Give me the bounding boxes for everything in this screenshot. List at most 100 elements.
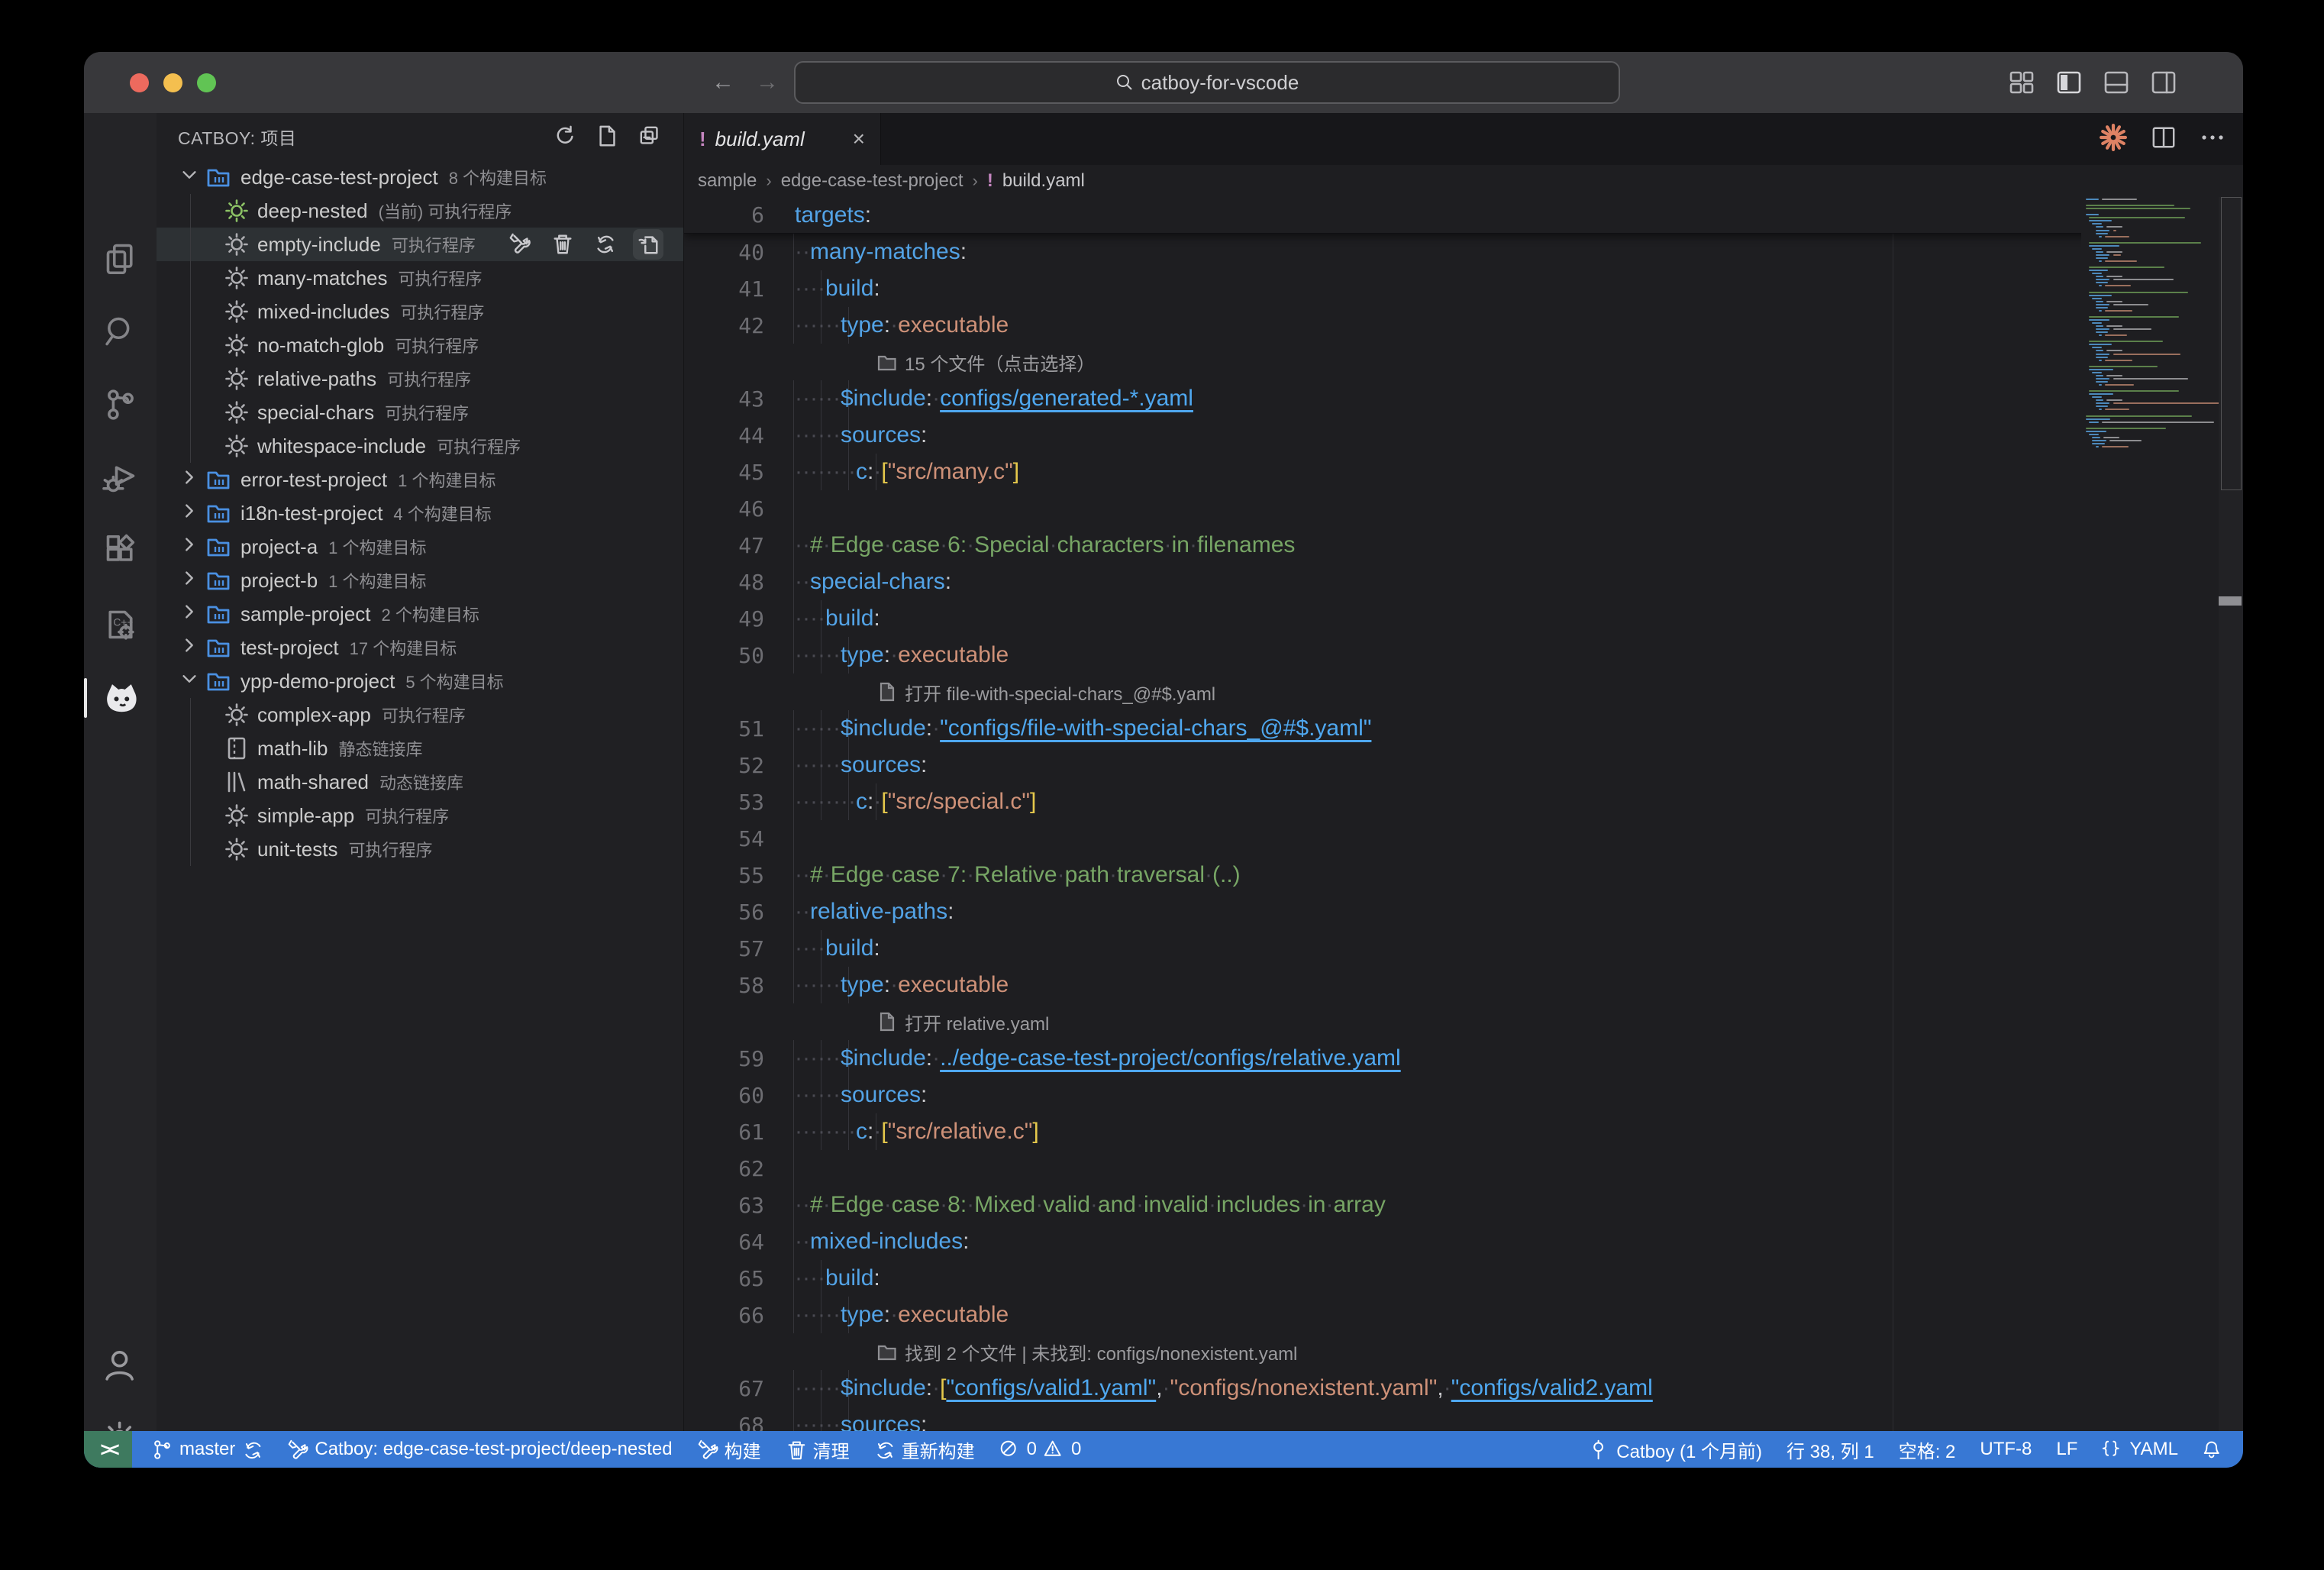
status-重新构建[interactable]: 重新构建 [862,1431,987,1468]
action-sync[interactable] [590,229,621,260]
code-line-57[interactable]: 57····build: [684,930,2243,967]
tree-target-deep-nested[interactable]: deep-nested(当前) 可执行程序 [157,194,683,228]
code-line-40[interactable]: 40··many-matches: [684,234,2243,270]
panel-right-icon[interactable] [2151,70,2176,95]
activity-source-control[interactable] [84,374,157,435]
tree-project-project-a[interactable]: project-a1 个构建目标 [157,530,683,564]
code-lens-hint[interactable]: 打开 file-with-special-chars_@#$.yaml [684,674,2243,710]
tree-target-empty-include[interactable]: empty-include可执行程序 [157,228,683,261]
catboy-asterisk-icon[interactable] [2100,124,2127,155]
action-goto-file[interactable] [633,229,663,260]
action-trash[interactable] [547,229,578,260]
activity-run-debug[interactable] [84,447,157,509]
tree-target-special-chars[interactable]: special-chars可执行程序 [157,396,683,429]
code-line-43[interactable]: 43······$include:·configs/generated-*.ya… [684,380,2243,417]
breadcrumb-item[interactable]: build.yaml [1002,170,1085,192]
status-空格: 2[interactable]: 空格: 2 [1887,1431,1968,1468]
code-line-60[interactable]: 60······sources: [684,1077,2243,1113]
code-line-48[interactable]: 48··special-chars: [684,564,2243,600]
code-line-53[interactable]: 53········c:·["src/special.c"] [684,783,2243,820]
status-清理[interactable]: 清理 [773,1431,862,1468]
chevron-down-icon[interactable] [179,670,199,693]
code-area[interactable]: 40··many-matches:41····build:42······typ… [684,197,2243,1431]
layout-grid-icon[interactable] [2009,70,2034,95]
tree-project-edge-case-test-project[interactable]: edge-case-test-project8 个构建目标 [157,160,683,194]
tree-target-math-lib[interactable]: math-lib静态链接库 [157,732,683,765]
chevron-right-icon[interactable] [179,602,199,626]
code-line-44[interactable]: 44······sources: [684,417,2243,454]
code-line-42[interactable]: 42······type:·executable [684,307,2243,344]
code-line-49[interactable]: 49····build: [684,600,2243,637]
status-YAML[interactable]: YAML [2090,1431,2190,1468]
status-bell[interactable] [2190,1431,2235,1468]
code-line-63[interactable]: 63··#·Edge·case·8:·Mixed·valid·and·inval… [684,1187,2243,1223]
activity-build-tools[interactable]: C++ [84,594,157,655]
status-master[interactable]: master [140,1431,275,1468]
code-line-50[interactable]: 50······type:·executable [684,637,2243,674]
code-line-59[interactable]: 59······$include:·../edge-case-test-proj… [684,1040,2243,1077]
status-Catboy (1 个月前)[interactable]: Catboy (1 个月前) [1577,1431,1774,1468]
code-line-47[interactable]: 47··#·Edge·case·6:·Special·characters·in… [684,527,2243,564]
chevron-right-icon[interactable] [179,569,199,593]
minimize-window-button[interactable] [163,73,182,92]
chevron-down-icon[interactable] [179,166,199,189]
tree-project-project-b[interactable]: project-b1 个构建目标 [157,564,683,597]
status-行 38, 列 1[interactable]: 行 38, 列 1 [1774,1431,1887,1468]
close-window-button[interactable] [130,73,149,92]
tree-target-unit-tests[interactable]: unit-tests可执行程序 [157,832,683,866]
tree-project-i18n-test-project[interactable]: i18n-test-project4 个构建目标 [157,496,683,530]
tree-target-no-match-glob[interactable]: no-match-glob可执行程序 [157,328,683,362]
minimap[interactable] [2081,197,2219,1431]
chevron-right-icon[interactable] [179,636,199,660]
collapse-all-icon[interactable] [639,125,662,148]
activity-extensions[interactable] [84,521,157,582]
status-Catboy: edge-case-test-p[interactable]: Catboy: edge-case-test-project/deep-nest… [275,1431,684,1468]
zoom-window-button[interactable] [197,73,216,92]
code-line-46[interactable]: 46 [684,490,2243,527]
tree-target-mixed-includes[interactable]: mixed-includes可执行程序 [157,295,683,328]
code-line-58[interactable]: 58······type:·executable [684,967,2243,1003]
code-lens-hint[interactable]: 打开 relative.yaml [684,1003,2243,1040]
activity-search[interactable] [84,301,157,362]
status-UTF-8[interactable]: UTF-8 [1967,1431,2044,1468]
code-line-56[interactable]: 56··relative-paths: [684,893,2243,930]
remote-indicator[interactable]: >< [84,1431,132,1468]
code-lens-hint[interactable]: 找到 2 个文件 | 未找到: configs/nonexistent.yaml [684,1333,2243,1370]
tree-target-complex-app[interactable]: complex-app可执行程序 [157,698,683,732]
status-0[interactable]: 00 [987,1431,1094,1468]
code-line-64[interactable]: 64··mixed-includes: [684,1223,2243,1260]
tree-target-simple-app[interactable]: simple-app可执行程序 [157,799,683,832]
tree-project-ypp-demo-project[interactable]: ypp-demo-project5 个构建目标 [157,664,683,698]
tree-target-math-shared[interactable]: math-shared动态链接库 [157,765,683,799]
tree-project-sample-project[interactable]: sample-project2 个构建目标 [157,597,683,631]
tree-project-error-test-project[interactable]: error-test-project1 个构建目标 [157,463,683,496]
code-line-68[interactable]: 68······sources: [684,1407,2243,1431]
panel-bottom-icon[interactable] [2104,70,2129,95]
back-icon[interactable]: ← [712,69,734,95]
code-line-54[interactable]: 54 [684,820,2243,857]
chevron-right-icon[interactable] [179,502,199,525]
activity-catboy[interactable] [84,667,157,728]
code-line-45[interactable]: 45········c:·["src/many.c"] [684,454,2243,490]
activity-explorer[interactable] [84,228,157,289]
tree-project-test-project[interactable]: test-project17 个构建目标 [157,631,683,664]
panel-left-icon[interactable] [2057,70,2081,95]
sticky-scroll-line[interactable]: 6targets: [684,197,2218,234]
more-actions-icon[interactable] [2200,125,2225,153]
code-line-66[interactable]: 66······type:·executable [684,1297,2243,1333]
status-构建[interactable]: 构建 [685,1431,773,1468]
code-line-62[interactable]: 62 [684,1150,2243,1187]
status-LF[interactable]: LF [2044,1431,2090,1468]
activity-account[interactable] [84,1335,157,1396]
tree-target-whitespace-include[interactable]: whitespace-include可执行程序 [157,429,683,463]
split-editor-icon[interactable] [2151,125,2176,153]
tab-build-yaml[interactable]: ! build.yaml × [684,113,881,165]
new-file-icon[interactable] [596,125,619,148]
breadcrumb-item[interactable]: sample [698,170,757,192]
code-line-52[interactable]: 52······sources: [684,747,2243,783]
code-line-55[interactable]: 55··#·Edge·case·7:·Relative·path·travers… [684,857,2243,893]
command-center-search[interactable]: catboy-for-vscode [794,61,1620,104]
breadcrumb-item[interactable]: edge-case-test-project [781,170,963,192]
code-line-67[interactable]: 67······$include:·["configs/valid1.yaml"… [684,1370,2243,1407]
code-line-51[interactable]: 51······$include:·"configs/file-with-spe… [684,710,2243,747]
